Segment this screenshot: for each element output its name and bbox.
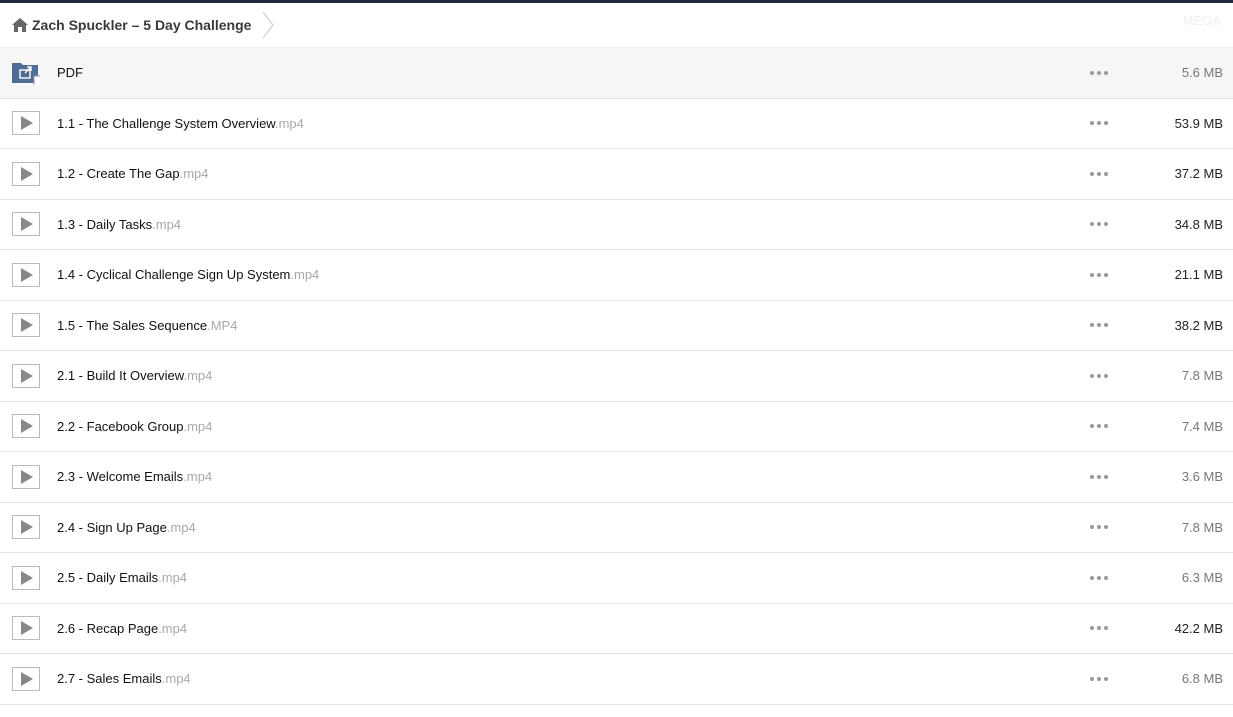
play-icon: [12, 616, 40, 641]
file-name-base: 2.3 - Welcome Emails: [57, 469, 184, 485]
file-name: 2.7 - Sales Emails.mp4: [57, 671, 191, 686]
file-name-base: 1.4 - Cyclical Challenge Sign Up System: [57, 267, 291, 283]
file-extension: .mp4: [183, 368, 213, 384]
file-name: 2.4 - Sign Up Page.mp4: [57, 520, 196, 535]
more-options-icon[interactable]: [1090, 117, 1108, 129]
file-size: 6.8 MB: [1181, 671, 1223, 687]
home-icon: [12, 18, 28, 32]
play-icon: [12, 414, 40, 439]
more-options-icon[interactable]: [1090, 471, 1108, 483]
file-name: 1.2 - Create The Gap.mp4: [57, 166, 209, 181]
file-size: 53.9 MB: [1174, 115, 1223, 131]
file-name: 1.3 - Daily Tasks.mp4: [57, 217, 181, 232]
file-name: 2.1 - Build It Overview.mp4: [57, 368, 212, 383]
file-row[interactable]: 1.2 - Create The Gap.mp4 37.2 MB: [0, 149, 1233, 200]
play-icon: [12, 666, 40, 691]
file-name-base: 2.7 - Sales Emails: [57, 671, 162, 687]
file-row[interactable]: 1.3 - Daily Tasks.mp4 34.8 MB: [0, 200, 1233, 250]
file-size: 38.2 MB: [1174, 317, 1223, 333]
file-size: 7.4 MB: [1181, 418, 1223, 434]
file-name-base: 1.3 - Daily Tasks: [57, 216, 153, 232]
file-extension: .MP4: [207, 317, 238, 333]
file-size: 34.8 MB: [1174, 216, 1223, 232]
play-icon: [12, 464, 40, 489]
file-row[interactable]: 2.5 - Daily Emails.mp4 6.3 MB: [0, 553, 1233, 604]
folder-row[interactable]: PDF 5.6 MB: [0, 48, 1233, 99]
file-name: 1.5 - The Sales Sequence.MP4: [57, 318, 237, 333]
file-row[interactable]: 1.1 - The Challenge System Overview.mp4 …: [0, 99, 1233, 149]
file-size: 42.2 MB: [1174, 620, 1223, 636]
folder-link-icon: [12, 61, 45, 87]
file-size: 3.6 MB: [1181, 469, 1223, 485]
faint-label: MEGA: [1182, 13, 1221, 28]
file-name: 1.1 - The Challenge System Overview.mp4: [57, 116, 304, 131]
file-name-base: 2.1 - Build It Overview: [57, 368, 184, 384]
file-extension: .mp4: [161, 671, 191, 687]
file-extension: .mp4: [158, 570, 188, 586]
more-options-icon[interactable]: [1090, 269, 1108, 281]
file-size: 37.2 MB: [1174, 166, 1223, 182]
more-options-icon[interactable]: [1090, 370, 1108, 382]
file-name: 2.6 - Recap Page.mp4: [57, 621, 187, 636]
file-row[interactable]: 2.1 - Build It Overview.mp4 7.8 MB: [0, 351, 1233, 402]
file-extension: .mp4: [152, 216, 182, 232]
file-row[interactable]: 2.3 - Welcome Emails.mp4 3.6 MB: [0, 452, 1233, 503]
file-name-base: 1.2 - Create The Gap: [57, 166, 180, 182]
file-name-base: 2.6 - Recap Page: [57, 620, 159, 636]
more-options-icon[interactable]: [1090, 521, 1108, 533]
more-options-icon[interactable]: [1090, 319, 1108, 331]
file-extension: .mp4: [290, 267, 320, 283]
file-size: 6.3 MB: [1181, 570, 1223, 586]
file-name: 1.4 - Cyclical Challenge Sign Up System.…: [57, 267, 319, 282]
file-name: 2.3 - Welcome Emails.mp4: [57, 469, 212, 484]
file-size: 7.8 MB: [1181, 519, 1223, 535]
file-row[interactable]: 1.5 - The Sales Sequence.MP4 38.2 MB: [0, 301, 1233, 351]
play-icon: [12, 161, 40, 186]
play-icon: [12, 565, 40, 590]
breadcrumb: Zach Spuckler – 5 Day Challenge MEGA: [0, 3, 1233, 48]
more-options-icon[interactable]: [1090, 218, 1108, 230]
play-icon: [12, 515, 40, 540]
file-name: 2.2 - Facebook Group.mp4: [57, 419, 212, 434]
file-row[interactable]: 2.7 - Sales Emails.mp4 6.8 MB: [0, 654, 1233, 705]
file-list: PDF 5.6 MB 1.1 - The Challenge System Ov…: [0, 48, 1233, 705]
more-options-icon[interactable]: [1090, 67, 1108, 79]
file-row[interactable]: 2.6 - Recap Page.mp4 42.2 MB: [0, 604, 1233, 654]
file-row[interactable]: 2.2 - Facebook Group.mp4 7.4 MB: [0, 402, 1233, 452]
play-icon: [12, 212, 40, 237]
file-name-base: 2.4 - Sign Up Page: [57, 519, 167, 535]
breadcrumb-item-root[interactable]: Zach Spuckler – 5 Day Challenge: [12, 17, 251, 33]
play-icon: [12, 111, 40, 136]
file-name-base: 1.1 - The Challenge System Overview: [57, 115, 275, 131]
file-row[interactable]: 1.4 - Cyclical Challenge Sign Up System.…: [0, 250, 1233, 301]
more-options-icon[interactable]: [1090, 622, 1108, 634]
play-icon: [12, 262, 40, 287]
more-options-icon[interactable]: [1090, 168, 1108, 180]
file-size: 21.1 MB: [1174, 267, 1223, 283]
file-name-base: 2.5 - Daily Emails: [57, 570, 159, 586]
breadcrumb-title: Zach Spuckler – 5 Day Challenge: [32, 17, 252, 33]
file-name-base: PDF: [57, 65, 83, 81]
file-name: 2.5 - Daily Emails.mp4: [57, 570, 187, 585]
file-name-base: 1.5 - The Sales Sequence: [57, 317, 208, 333]
file-name-base: 2.2 - Facebook Group: [57, 418, 184, 434]
file-extension: .mp4: [158, 620, 188, 636]
file-extension: .mp4: [183, 469, 213, 485]
file-extension: .mp4: [179, 166, 209, 182]
file-extension: .mp4: [274, 115, 304, 131]
play-icon: [12, 363, 40, 388]
more-options-icon[interactable]: [1090, 673, 1108, 685]
file-extension: .mp4: [166, 519, 196, 535]
file-name: PDF: [57, 65, 83, 80]
chevron-right-icon: [262, 11, 275, 39]
file-size: 7.8 MB: [1181, 368, 1223, 384]
file-size: 5.6 MB: [1181, 65, 1223, 81]
more-options-icon[interactable]: [1090, 572, 1108, 584]
file-extension: .mp4: [183, 418, 213, 434]
file-row[interactable]: 2.4 - Sign Up Page.mp4 7.8 MB: [0, 503, 1233, 553]
more-options-icon[interactable]: [1090, 420, 1108, 432]
play-icon: [12, 313, 40, 338]
